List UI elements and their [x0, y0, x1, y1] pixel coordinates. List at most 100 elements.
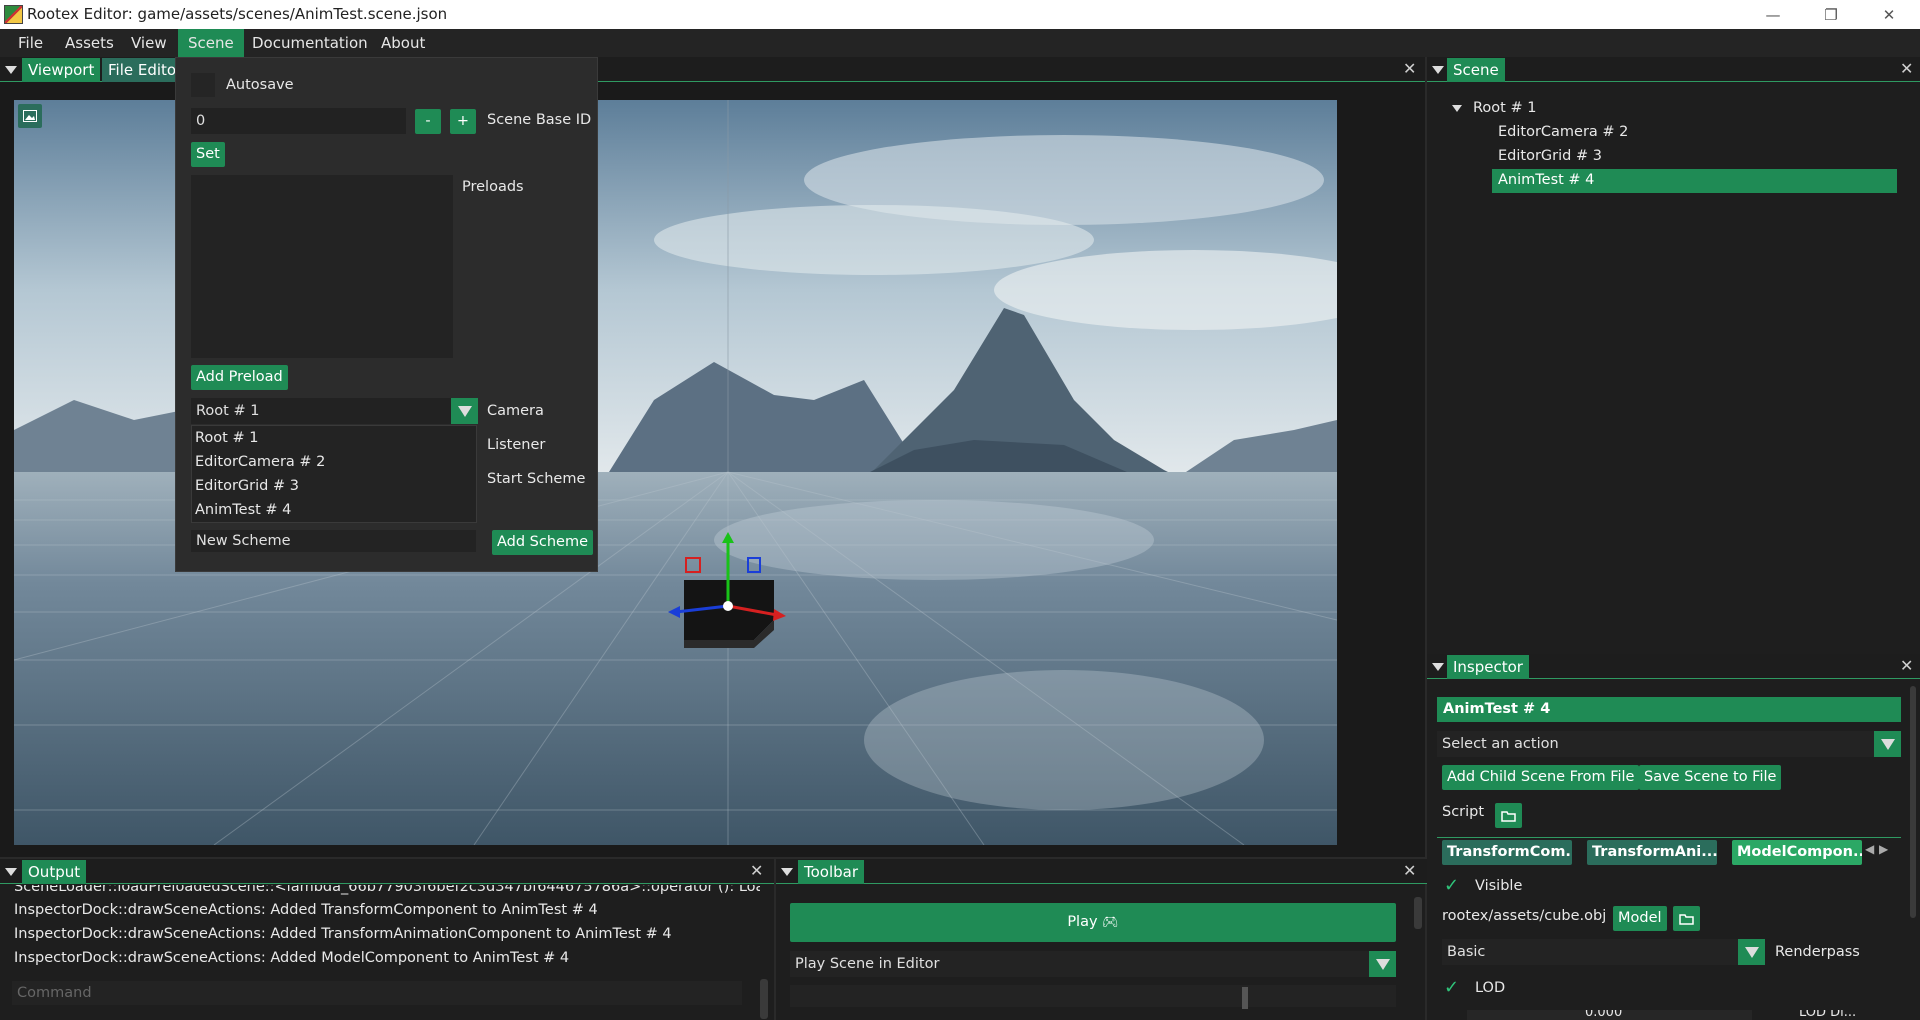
tab-inspector[interactable]: Inspector	[1447, 655, 1529, 679]
camera-select[interactable]: Root # 1	[191, 398, 451, 424]
collapse-triangle-icon[interactable]	[5, 66, 17, 74]
menu-documentation[interactable]: Documentation	[242, 29, 378, 57]
close-window-button[interactable]: ✕	[1860, 0, 1918, 29]
entity-name-field[interactable]: AnimTest # 4	[1437, 697, 1901, 722]
tab-scroll-right-icon[interactable]: ▶	[1879, 842, 1888, 856]
tab-model-component[interactable]: ModelCompon...	[1732, 840, 1862, 865]
renderpass-label: Renderpass	[1775, 944, 1860, 960]
tree-item-editorgrid[interactable]: EditorGrid # 3	[1498, 148, 1602, 164]
camera-dropdown-button[interactable]	[451, 398, 478, 424]
title-bar: Rootex Editor: game/assets/scenes/AnimTe…	[0, 0, 1920, 29]
dropdown-option-editorcamera[interactable]: EditorCamera # 2	[195, 454, 325, 470]
set-button[interactable]: Set	[191, 142, 225, 167]
menu-assets[interactable]: Assets	[55, 29, 124, 57]
menu-scene[interactable]: Scene	[178, 29, 244, 57]
folder-open-icon[interactable]	[1495, 803, 1522, 828]
tab-output[interactable]: Output	[22, 860, 87, 884]
menu-bar: File Assets View Scene Documentation Abo…	[0, 29, 1920, 57]
toolbar-slider[interactable]	[790, 985, 1396, 1009]
inspector-panel: Inspector ✕ AnimTest # 4 Select an actio…	[1425, 652, 1920, 1020]
chevron-down-icon	[1744, 946, 1759, 958]
chevron-down-icon	[1375, 958, 1390, 970]
preloads-list[interactable]	[191, 175, 453, 358]
scene-panel-header: Scene ✕	[1427, 57, 1920, 82]
close-icon[interactable]: ✕	[1403, 59, 1416, 78]
app-logo-icon	[4, 5, 23, 24]
command-input[interactable]: Command	[12, 981, 742, 1005]
lod-distance-field[interactable]: 0.000	[1467, 1010, 1752, 1020]
log-line: SceneLoader::loadPreloadedScene::<lambda…	[14, 885, 760, 895]
play-button[interactable]: Play 🎮︎	[790, 903, 1396, 942]
tab-scroll-left-icon[interactable]: ◀	[1865, 842, 1874, 856]
play-mode-dropdown-button[interactable]	[1369, 951, 1396, 977]
toolbar-panel-header: Toolbar ✕	[776, 859, 1427, 884]
scene-panel: Scene ✕ Root # 1 EditorCamera # 2 Editor…	[1425, 57, 1920, 652]
collapse-triangle-icon[interactable]	[1432, 66, 1444, 74]
model-path-text: rootex/assets/cube.obj	[1442, 908, 1607, 924]
close-icon[interactable]: ✕	[750, 861, 763, 880]
collapse-triangle-icon[interactable]	[5, 868, 17, 876]
dropdown-option-editorgrid[interactable]: EditorGrid # 3	[195, 478, 299, 494]
new-scheme-input[interactable]: New Scheme	[191, 530, 476, 552]
tab-toolbar[interactable]: Toolbar	[798, 860, 865, 884]
collapse-triangle-icon[interactable]	[1432, 663, 1444, 671]
scene-base-id-input[interactable]: 0	[191, 108, 406, 134]
visible-checkbox[interactable]: ✓	[1439, 873, 1464, 898]
log-line: InspectorDock::drawSceneActions: Added T…	[14, 926, 672, 942]
toolbar-panel: Toolbar ✕ Play 🎮︎ Play Scene in Editor	[774, 857, 1427, 1020]
lod-checkbox[interactable]: ✓	[1439, 975, 1464, 1000]
tree-item-animtest: AnimTest # 4	[1498, 172, 1595, 188]
tab-viewport[interactable]: Viewport	[22, 58, 101, 82]
maximize-button[interactable]: ❐	[1802, 0, 1860, 29]
menu-view[interactable]: View	[121, 29, 177, 57]
dropdown-option-root[interactable]: Root # 1	[195, 430, 258, 446]
tree-item-root[interactable]: Root # 1	[1473, 100, 1536, 116]
action-select[interactable]: Select an action	[1437, 731, 1874, 757]
decrement-button[interactable]: -	[415, 109, 441, 134]
dropdown-option-animtest[interactable]: AnimTest # 4	[195, 502, 291, 518]
add-scheme-button[interactable]: Add Scheme	[492, 530, 594, 555]
expand-triangle-icon[interactable]	[1452, 105, 1462, 112]
scrollbar[interactable]	[760, 979, 768, 1019]
close-icon[interactable]: ✕	[1403, 861, 1416, 880]
close-icon[interactable]: ✕	[1900, 59, 1913, 78]
tab-transform-component[interactable]: TransformCom...	[1442, 840, 1572, 865]
play-mode-select[interactable]: Play Scene in Editor	[790, 951, 1370, 977]
log-line: InspectorDock::drawSceneActions: Added M…	[14, 950, 570, 966]
tree-item-editorcamera[interactable]: EditorCamera # 2	[1498, 124, 1628, 140]
start-scheme-label: Start Scheme	[487, 471, 586, 487]
slider-handle[interactable]	[1242, 987, 1248, 1009]
autosave-checkbox[interactable]	[191, 73, 215, 97]
lod-label: LOD	[1475, 980, 1506, 996]
scrollbar[interactable]	[1414, 897, 1422, 929]
scene-menu-popup: Autosave 0 - + Scene Base ID Set Preload…	[175, 57, 598, 572]
scrollbar[interactable]	[1910, 686, 1916, 918]
save-scene-button[interactable]: Save Scene to File	[1639, 765, 1782, 790]
menu-file[interactable]: File	[8, 29, 53, 57]
game-controller-icon: 🎮︎	[1102, 915, 1119, 930]
tab-transform-animation-component[interactable]: TransformAni...	[1587, 840, 1717, 865]
close-icon[interactable]: ✕	[1900, 656, 1913, 675]
renderpass-select[interactable]: Basic	[1442, 939, 1742, 965]
output-log: SceneLoader::loadPreloadedScene::<lambda…	[0, 885, 760, 980]
add-child-scene-button[interactable]: Add Child Scene From File	[1442, 765, 1640, 790]
tree-item-selected-row[interactable]: AnimTest # 4	[1492, 169, 1897, 193]
increment-button[interactable]: +	[450, 109, 476, 134]
script-label: Script	[1442, 804, 1485, 820]
add-preload-button[interactable]: Add Preload	[191, 365, 288, 390]
image-icon[interactable]	[18, 104, 42, 128]
renderpass-dropdown-button[interactable]	[1738, 939, 1765, 965]
lod-distance-label: LOD Di...	[1799, 1010, 1856, 1020]
action-dropdown-button[interactable]	[1874, 731, 1901, 757]
output-panel: Output ✕ SceneLoader::loadPreloadedScene…	[0, 857, 774, 1020]
collapse-triangle-icon[interactable]	[781, 868, 793, 876]
menu-about[interactable]: About	[371, 29, 435, 57]
tab-scene[interactable]: Scene	[1447, 58, 1505, 82]
output-panel-header: Output ✕	[0, 859, 774, 884]
folder-open-icon[interactable]	[1673, 906, 1700, 931]
camera-label: Camera	[487, 403, 544, 419]
play-label: Play	[1067, 914, 1098, 930]
camera-dropdown-list: Root # 1 EditorCamera # 2 EditorGrid # 3…	[191, 425, 477, 523]
minimize-button[interactable]: —	[1744, 0, 1802, 29]
model-button[interactable]: Model	[1613, 906, 1667, 931]
